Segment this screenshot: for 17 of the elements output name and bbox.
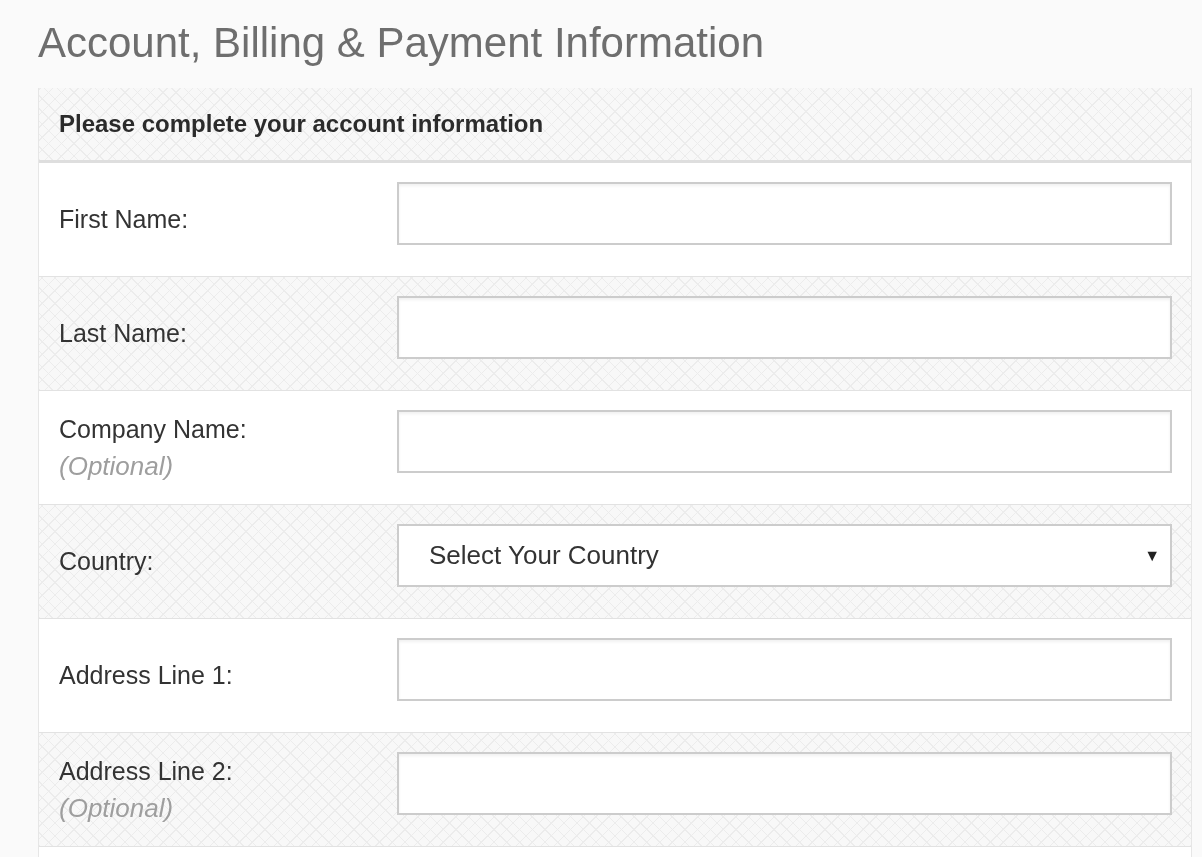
- field-label: Company Name:: [59, 413, 247, 445]
- text-input-field[interactable]: [397, 752, 1172, 815]
- form-heading: Please complete your account information: [59, 109, 544, 139]
- country-select[interactable]: Select Your Country ▼: [397, 524, 1172, 587]
- field-label: Address Line 2:: [59, 755, 233, 787]
- optional-note: (Optional): [59, 791, 174, 825]
- text-input-field[interactable]: [397, 182, 1172, 245]
- caret-icon: ▼: [1144, 547, 1160, 564]
- page-title: Account, Billing & Payment Information: [38, 18, 765, 68]
- text-input-field[interactable]: [397, 410, 1172, 473]
- text-input-field[interactable]: [397, 638, 1172, 701]
- text-input-field[interactable]: [397, 296, 1172, 359]
- optional-note: (Optional): [59, 449, 174, 483]
- field-label: Country:: [59, 546, 154, 577]
- field-label: Last Name:: [59, 318, 187, 349]
- field-label: Address Line 1:: [59, 660, 233, 691]
- field-label: First Name:: [59, 204, 189, 235]
